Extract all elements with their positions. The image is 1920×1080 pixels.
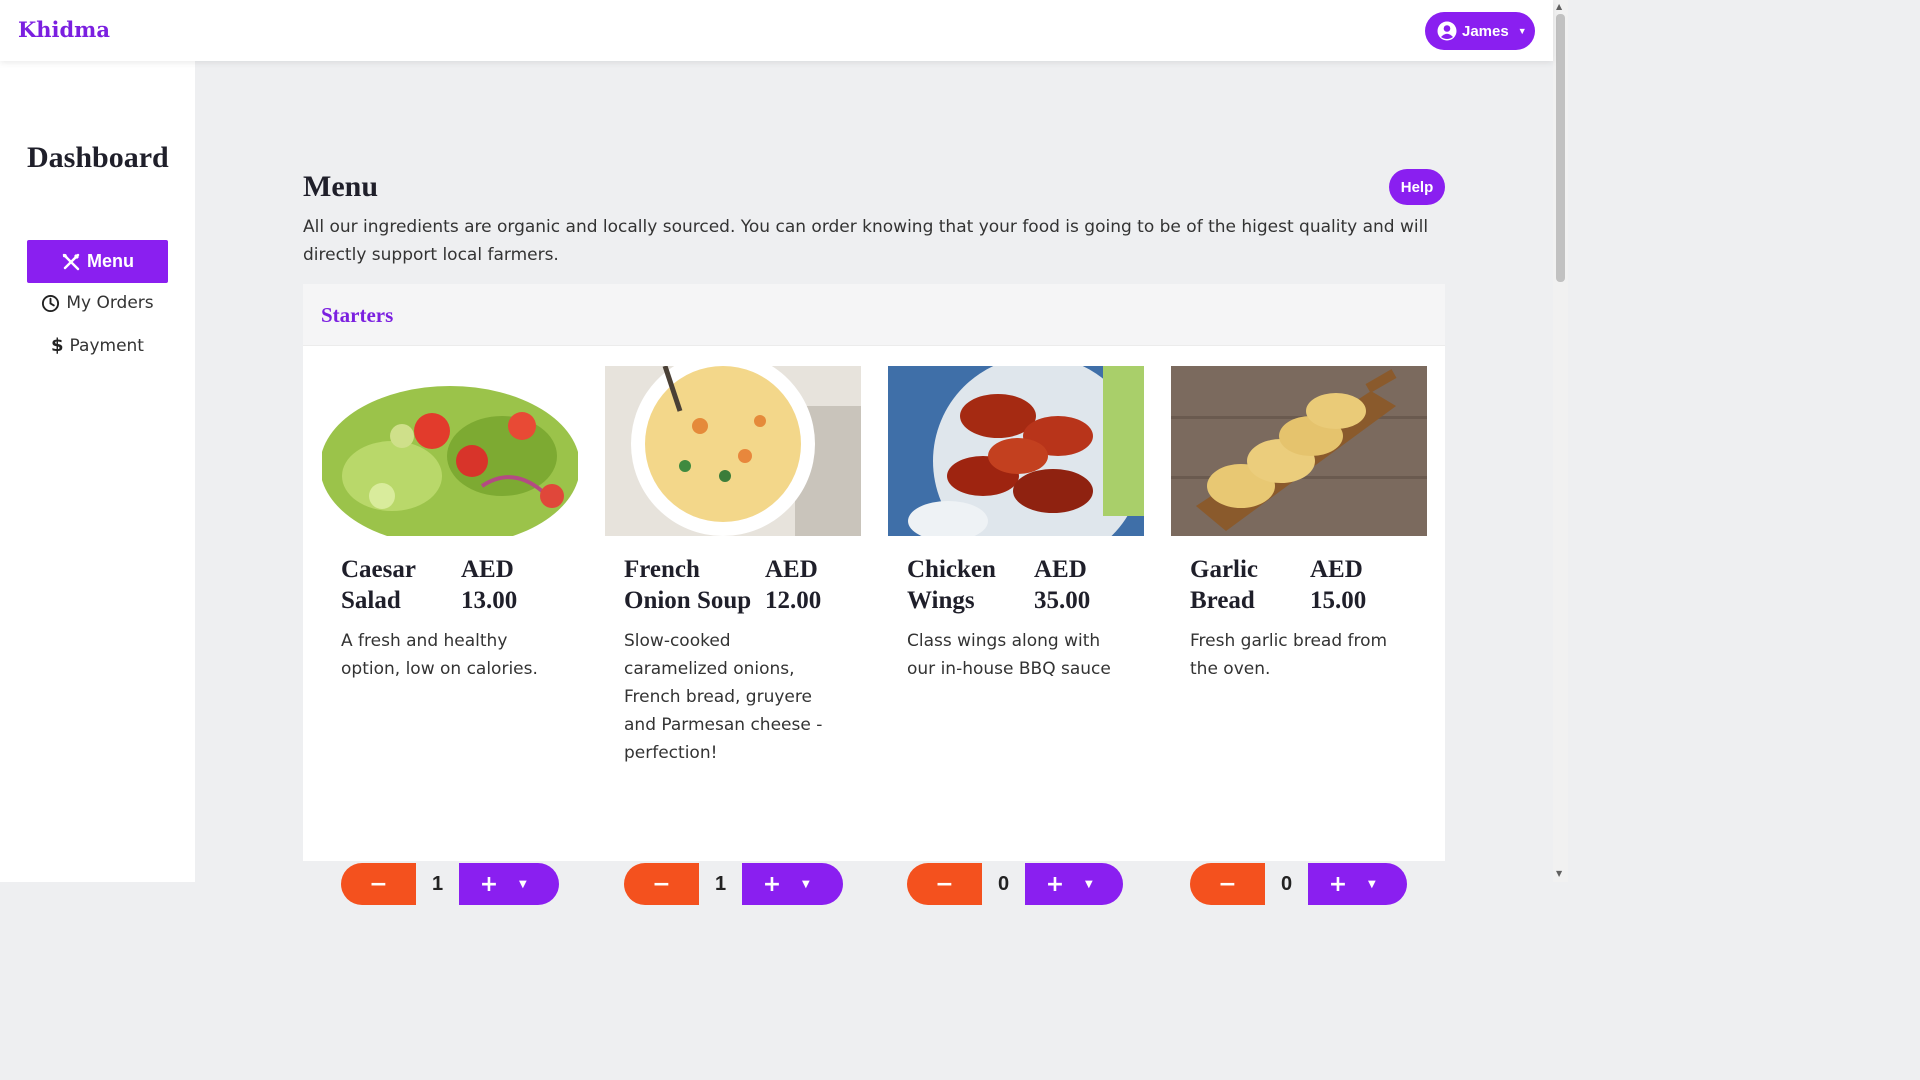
menu-item-chicken-wings: Chicken Wings AED 35.00 Class wings alon… — [888, 366, 1144, 905]
garlic-bread-image — [1171, 366, 1427, 536]
price-value: 15.00 — [1310, 587, 1367, 614]
sidebar-title: Dashboard — [27, 141, 169, 174]
price-value: 13.00 — [461, 587, 518, 614]
french-onion-soup-image — [605, 366, 861, 536]
minus-icon: − — [1218, 871, 1237, 897]
item-price: AED 13.00 — [461, 554, 517, 616]
plus-icon: + — [1045, 871, 1065, 897]
item-description: Class wings along with our in-house BBQ … — [907, 631, 1111, 679]
chevron-down-icon[interactable]: ▼ — [802, 879, 810, 890]
price-currency: AED — [765, 556, 818, 583]
minus-icon: − — [652, 871, 671, 897]
item-description: Slow-cooked caramelized onions, French b… — [624, 631, 823, 763]
item-name: Garlic Bread — [1190, 556, 1259, 614]
sidebar-item-menu[interactable]: Menu — [27, 240, 168, 283]
quantity-stepper: − 1 + ▼ — [341, 863, 559, 905]
minus-icon: − — [935, 871, 954, 897]
plus-icon: + — [1328, 871, 1348, 897]
sidebar-item-my-orders[interactable]: My Orders — [0, 293, 195, 313]
section-header: Starters — [303, 284, 1445, 346]
chevron-down-icon[interactable]: ▼ — [1368, 879, 1376, 890]
starters-section: Starters Caesar Salad AED 13.00 A fresh … — [303, 284, 1445, 905]
chicken-wings-image — [888, 366, 1144, 536]
decrease-button[interactable]: − — [1190, 863, 1265, 905]
quantity-stepper: − 0 + ▼ — [907, 863, 1123, 905]
decrease-button[interactable]: − — [341, 863, 416, 905]
page-title: Menu — [303, 170, 378, 203]
plus-icon: + — [762, 871, 782, 897]
clock-icon — [42, 294, 60, 312]
menu-item-caesar-salad: Caesar Salad AED 13.00 A fresh and healt… — [322, 366, 578, 905]
item-name: Caesar Salad — [341, 556, 416, 614]
item-title-row: Chicken Wings AED 35.00 — [907, 554, 1090, 616]
chevron-down-icon[interactable]: ▼ — [519, 879, 527, 890]
item-price: AED 15.00 — [1310, 554, 1366, 616]
page-scrollbar[interactable]: ▲ ▼ — [1553, 0, 1568, 882]
help-button[interactable]: Help — [1389, 169, 1445, 205]
item-title-row: French Onion Soup AED 12.00 — [624, 554, 821, 616]
quantity-value: 0 — [997, 872, 1010, 895]
item-title-row: Garlic Bread AED 15.00 — [1190, 554, 1366, 616]
sidebar-item-label: Payment — [69, 335, 144, 356]
item-description: Fresh garlic bread from the oven. — [1190, 631, 1388, 679]
user-name: James — [1462, 22, 1509, 40]
brand-logo[interactable]: Khidma — [18, 17, 110, 42]
utensils-icon — [62, 253, 80, 270]
increase-button[interactable]: + ▼ — [742, 863, 843, 905]
increase-button[interactable]: + ▼ — [1308, 863, 1407, 905]
user-circle-icon — [1437, 21, 1457, 41]
sidebar-item-payment[interactable]: $ Payment — [0, 335, 195, 356]
scrollbar-thumb[interactable] — [1556, 14, 1565, 282]
item-title-row: Caesar Salad AED 13.00 — [341, 554, 517, 616]
price-currency: AED — [461, 556, 514, 583]
quantity-value: 0 — [1280, 872, 1293, 895]
quantity-stepper: − 1 + ▼ — [624, 863, 843, 905]
item-price: AED 35.00 — [1034, 554, 1090, 616]
menu-item-garlic-bread: Garlic Bread AED 15.00 Fresh garlic brea… — [1171, 366, 1427, 905]
increase-button[interactable]: + ▼ — [1025, 863, 1123, 905]
price-currency: AED — [1310, 556, 1363, 583]
price-value: 12.00 — [765, 587, 822, 614]
dollar-icon: $ — [51, 335, 64, 356]
price-value: 35.00 — [1034, 587, 1091, 614]
item-description: A fresh and healthy option, low on calor… — [341, 631, 538, 679]
caesar-salad-image — [322, 366, 578, 536]
quantity-value: 1 — [431, 872, 444, 895]
sidebar: Dashboard Menu My Orders $ Payment — [0, 61, 195, 882]
user-menu-button[interactable]: James ▼ — [1425, 12, 1535, 50]
chevron-down-icon[interactable]: ▼ — [1085, 879, 1093, 890]
sidebar-item-label: My Orders — [66, 293, 154, 313]
quantity-stepper: − 0 + ▼ — [1190, 863, 1407, 905]
menu-item-french-onion-soup: French Onion Soup AED 12.00 Slow-cooked … — [605, 366, 861, 905]
quantity-value: 1 — [714, 872, 727, 895]
minus-icon: − — [369, 871, 388, 897]
sidebar-item-label: Menu — [87, 251, 134, 271]
decrease-button[interactable]: − — [624, 863, 699, 905]
section-title: Starters — [321, 303, 394, 327]
menu-description: All our ingredients are organic and loca… — [303, 217, 1429, 265]
decrease-button[interactable]: − — [907, 863, 982, 905]
plus-icon: + — [479, 871, 499, 897]
scroll-up-icon[interactable]: ▲ — [1556, 2, 1562, 11]
top-navbar: Khidma James ▼ — [0, 0, 1553, 61]
item-name: Chicken Wings — [907, 556, 996, 614]
price-currency: AED — [1034, 556, 1087, 583]
scroll-down-icon[interactable]: ▼ — [1556, 869, 1562, 878]
item-price: AED 12.00 — [765, 554, 821, 616]
item-name: French Onion Soup — [624, 556, 752, 614]
increase-button[interactable]: + ▼ — [459, 863, 559, 905]
chevron-down-icon: ▼ — [1517, 26, 1527, 36]
